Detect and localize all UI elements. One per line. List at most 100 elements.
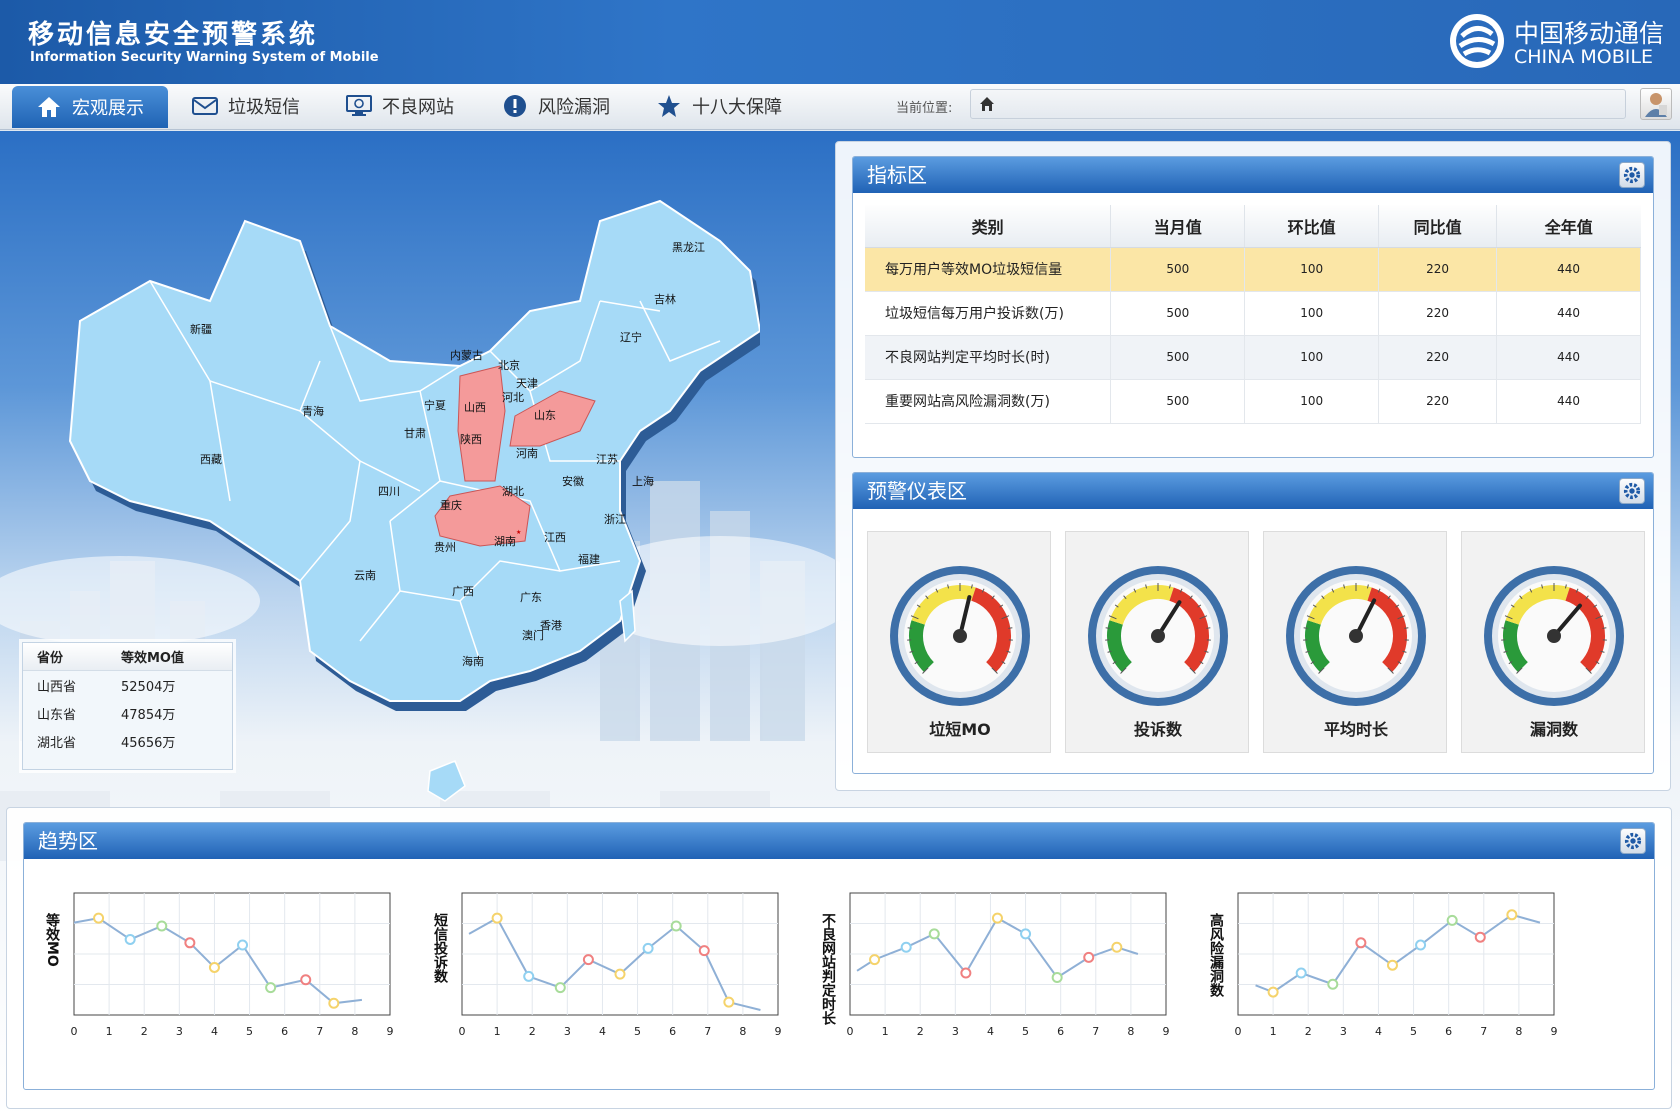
x-tick-label: 1: [1270, 1025, 1277, 1038]
data-point[interactable]: [1446, 914, 1458, 926]
label-hainan: 海南: [462, 654, 484, 668]
nav-item-risk-vuln[interactable]: 风险漏洞: [502, 86, 610, 126]
data-point[interactable]: [1020, 928, 1032, 940]
data-point[interactable]: [265, 982, 277, 994]
x-tick-label: 5: [246, 1025, 253, 1038]
legend-row[interactable]: 湖北省 45656万: [23, 727, 232, 755]
table-row[interactable]: 重要网站高风险漏洞数(万) 500 100 220 440: [865, 379, 1641, 424]
gauge-2[interactable]: 平均时长: [1263, 531, 1447, 753]
label-beijing: 北京: [498, 358, 520, 372]
trend-chart-0[interactable]: 0 1 2 3 4 5 6 7 8 9 等效MO: [34, 871, 434, 1057]
data-point[interactable]: [1415, 939, 1427, 951]
china-mobile-logo-icon: [1450, 14, 1504, 68]
trend-chart-3[interactable]: 0 1 2 3 4 5 6 7 8 9 高风险漏洞数: [1198, 871, 1598, 1057]
user-avatar-button[interactable]: [1640, 88, 1672, 120]
x-tick-label: 8: [1127, 1025, 1134, 1038]
legend-header-province: 省份: [37, 651, 64, 666]
data-point[interactable]: [1386, 959, 1398, 971]
gauge-3[interactable]: 漏洞数: [1461, 531, 1645, 753]
trend-chart-svg: 0 1 2 3 4 5 6 7 8 9 不良网站判定时长: [820, 892, 1170, 1038]
indicator-panel: 指标区 类别 当月值 环比值 同比值 全年值 每万用户等效MO垃圾短信量 500 1…: [852, 156, 1654, 458]
nav-item-label: 不良网站: [382, 97, 454, 118]
legend-row[interactable]: 山东省 47854万: [23, 699, 232, 727]
y-axis-label: 不良网站判定时长: [820, 913, 836, 1026]
data-point[interactable]: [1111, 941, 1123, 953]
x-tick-label: 0: [71, 1025, 78, 1038]
trend-chart-svg: 0 1 2 3 4 5 6 7 8 9 等效MO: [44, 892, 394, 1038]
nav-item-bad-sites[interactable]: 不良网站: [346, 86, 454, 126]
data-point[interactable]: [991, 912, 1003, 924]
gauge-1[interactable]: 投诉数: [1065, 531, 1249, 753]
breadcrumb-home-icon[interactable]: [979, 96, 995, 112]
data-point[interactable]: [184, 937, 196, 949]
label-xinjiang: 新疆: [190, 322, 212, 336]
data-point[interactable]: [1083, 951, 1095, 963]
data-point[interactable]: [300, 974, 312, 986]
data-point[interactable]: [614, 968, 626, 980]
data-point[interactable]: [1474, 931, 1486, 943]
x-tick-label: 4: [211, 1025, 218, 1038]
data-point[interactable]: [93, 912, 105, 924]
indicator-settings-button[interactable]: [1619, 162, 1645, 188]
data-point[interactable]: [960, 967, 972, 979]
indicator-table: 类别 当月值 环比值 同比值 全年值 每万用户等效MO垃圾短信量 500 100 22…: [865, 205, 1641, 424]
nav-item-spam-sms[interactable]: 垃圾短信: [192, 86, 300, 126]
data-point[interactable]: [582, 954, 594, 966]
y-axis-label: 短信投诉数: [432, 912, 448, 984]
x-tick-label: 9: [1551, 1025, 1558, 1038]
data-point[interactable]: [237, 939, 249, 951]
data-point[interactable]: [670, 920, 682, 932]
data-point[interactable]: [698, 945, 710, 957]
gauge-panel-header: 预警仪表区: [853, 473, 1653, 509]
data-point[interactable]: [723, 996, 735, 1008]
data-point[interactable]: [1295, 967, 1307, 979]
gauge-dial: [1484, 566, 1624, 706]
data-point[interactable]: [208, 961, 220, 973]
gauge-settings-button[interactable]: [1619, 478, 1645, 504]
nav-item-18th-congress[interactable]: 十八大保障: [656, 86, 782, 126]
trend-panel: 趋势区 0 1 2 3 4 5 6 7 8 9 等效MO 0 1 2 3 4 5 6 7 8 9 短信投诉数 0 1 2 3 4 5 6…: [23, 822, 1655, 1090]
label-xizang: 西藏: [200, 453, 222, 466]
gauge-0[interactable]: 垃短MO: [867, 531, 1051, 753]
data-point[interactable]: [124, 933, 136, 945]
label-shandong: 山东: [534, 409, 556, 422]
data-point[interactable]: [554, 982, 566, 994]
label-jilin: 吉林: [654, 292, 676, 306]
table-row[interactable]: 不良网站判定平均时长(时) 500 100 220 440: [865, 335, 1641, 380]
trend-settings-button[interactable]: [1620, 828, 1646, 854]
data-point[interactable]: [1051, 972, 1063, 984]
data-point[interactable]: [1506, 909, 1518, 921]
data-point[interactable]: [156, 920, 168, 932]
data-point[interactable]: [869, 954, 881, 966]
breadcrumb: [970, 89, 1626, 119]
data-point[interactable]: [1327, 978, 1339, 990]
legend-row[interactable]: 山西省 52504万: [23, 671, 232, 699]
province-shanxi[interactable]: [457, 365, 506, 482]
x-tick-label: 1: [106, 1025, 113, 1038]
data-point[interactable]: [328, 997, 340, 1009]
province-hainan[interactable]: [427, 760, 466, 802]
label-hubei: 湖北: [502, 485, 524, 498]
trend-chart-2[interactable]: 0 1 2 3 4 5 6 7 8 9 不良网站判定时长: [810, 871, 1210, 1057]
label-fujian: 福建: [578, 552, 600, 566]
nav-item-macro[interactable]: 宏观展示: [12, 86, 168, 128]
table-row[interactable]: 垃圾短信每万用户投诉数(万) 500 100 220 440: [865, 291, 1641, 336]
gauge-dial: [1286, 566, 1426, 706]
data-point[interactable]: [523, 970, 535, 982]
col-header-month: 当月值: [1110, 205, 1246, 248]
x-tick-label: 2: [529, 1025, 536, 1038]
trend-chart-1[interactable]: 0 1 2 3 4 5 6 7 8 9 短信投诉数: [422, 871, 822, 1057]
data-point[interactable]: [642, 942, 654, 954]
nav-item-label: 宏观展示: [72, 98, 144, 119]
col-header-category: 类别: [865, 205, 1112, 248]
label-chongqing: 重庆: [440, 498, 462, 512]
label-anhui: 安徽: [562, 474, 584, 488]
table-row[interactable]: 每万用户等效MO垃圾短信量 500 100 220 440: [865, 247, 1641, 292]
x-tick-label: 5: [1022, 1025, 1029, 1038]
data-point[interactable]: [1267, 986, 1279, 998]
x-tick-label: 6: [1445, 1025, 1452, 1038]
data-point[interactable]: [928, 928, 940, 940]
data-point[interactable]: [1355, 937, 1367, 949]
data-point[interactable]: [491, 912, 503, 924]
data-point[interactable]: [900, 941, 912, 953]
